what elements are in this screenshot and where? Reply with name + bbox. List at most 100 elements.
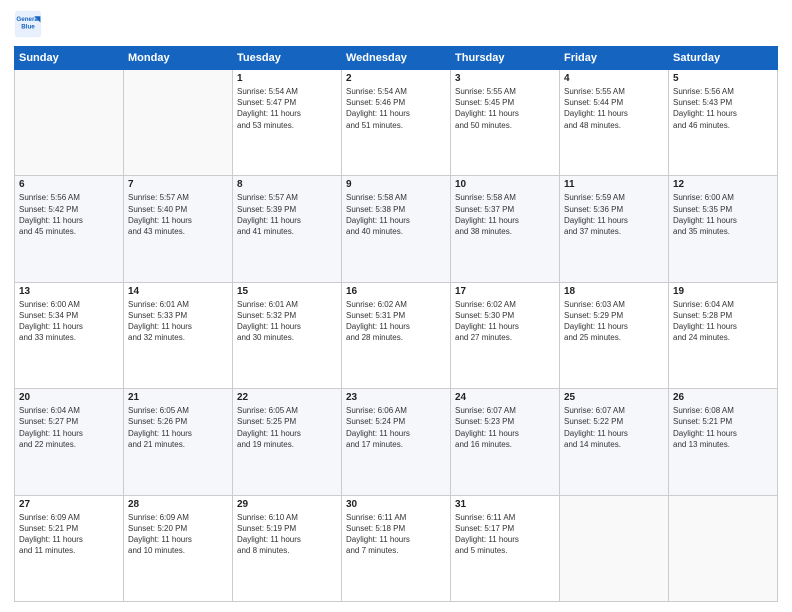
day-info: Sunrise: 6:05 AMSunset: 5:25 PMDaylight:… xyxy=(237,405,337,450)
calendar-cell: 13 Sunrise: 6:00 AMSunset: 5:34 PMDayligh… xyxy=(15,282,124,388)
calendar-cell: 15Sunrise: 6:01 AMSunset: 5:32 PMDayligh… xyxy=(233,282,342,388)
calendar-cell: 12 Sunrise: 6:00 AMSunset: 5:35 PMDayligh… xyxy=(669,176,778,282)
day-number: 9 xyxy=(346,179,446,190)
calendar-cell: 25Sunrise: 6:07 AMSunset: 5:22 PMDayligh… xyxy=(560,389,669,495)
day-number: 13 xyxy=(19,286,119,297)
day-info: Sunrise: 5:58 AMSunset: 5:38 PMDaylight:… xyxy=(346,192,446,237)
day-number: 7 xyxy=(128,179,228,190)
day-info: Sunrise: 6:05 AMSunset: 5:26 PMDaylight:… xyxy=(128,405,228,450)
calendar-cell: 11 Sunrise: 5:59 AMSunset: 5:36 PMDayligh… xyxy=(560,176,669,282)
day-info: Sunrise: 6:00 AMSunset: 5:34 PMDaylight:… xyxy=(19,299,119,344)
weekday-header: Saturday xyxy=(669,47,778,70)
calendar-cell: 3 Sunrise: 5:55 AMSunset: 5:45 PMDaylight… xyxy=(451,70,560,176)
day-info: Sunrise: 6:03 AMSunset: 5:29 PMDaylight:… xyxy=(564,299,664,344)
day-info: Sunrise: 5:57 AMSunset: 5:40 PMDaylight:… xyxy=(128,192,228,237)
calendar-week-row: 20Sunrise: 6:04 AMSunset: 5:27 PMDayligh… xyxy=(15,389,778,495)
day-number: 2 xyxy=(346,73,446,84)
day-info: Sunrise: 5:55 AMSunset: 5:44 PMDaylight:… xyxy=(564,86,664,131)
calendar-table: SundayMondayTuesdayWednesdayThursdayFrid… xyxy=(14,46,778,602)
day-info: Sunrise: 5:56 AMSunset: 5:42 PMDaylight:… xyxy=(19,192,119,237)
calendar-header-row: SundayMondayTuesdayWednesdayThursdayFrid… xyxy=(15,47,778,70)
day-number: 23 xyxy=(346,392,446,403)
day-info: Sunrise: 5:54 AMSunset: 5:47 PMDaylight:… xyxy=(237,86,337,131)
calendar-cell: 28 Sunrise: 6:09 AMSunset: 5:20 PMDayligh… xyxy=(124,495,233,601)
calendar-cell: 26 Sunrise: 6:08 AMSunset: 5:21 PMDayligh… xyxy=(669,389,778,495)
day-number: 27 xyxy=(19,499,119,510)
day-info: Sunrise: 6:01 AMSunset: 5:33 PMDaylight:… xyxy=(128,299,228,344)
day-number: 3 xyxy=(455,73,555,84)
day-number: 12 xyxy=(673,179,773,190)
calendar-cell: 21 Sunrise: 6:05 AMSunset: 5:26 PMDayligh… xyxy=(124,389,233,495)
calendar-cell: 14 Sunrise: 6:01 AMSunset: 5:33 PMDayligh… xyxy=(124,282,233,388)
day-info: Sunrise: 6:09 AMSunset: 5:20 PMDaylight:… xyxy=(128,512,228,557)
day-number: 22 xyxy=(237,392,337,403)
calendar-cell: 27 Sunrise: 6:09 AMSunset: 5:21 PMDayligh… xyxy=(15,495,124,601)
day-number: 5 xyxy=(673,73,773,84)
calendar-cell: 20Sunrise: 6:04 AMSunset: 5:27 PMDayligh… xyxy=(15,389,124,495)
day-number: 24 xyxy=(455,392,555,403)
calendar-week-row: 13 Sunrise: 6:00 AMSunset: 5:34 PMDayligh… xyxy=(15,282,778,388)
weekday-header: Thursday xyxy=(451,47,560,70)
header: General Blue xyxy=(14,10,778,38)
day-number: 11 xyxy=(564,179,664,190)
calendar-cell xyxy=(124,70,233,176)
day-number: 4 xyxy=(564,73,664,84)
day-info: Sunrise: 6:02 AMSunset: 5:31 PMDaylight:… xyxy=(346,299,446,344)
day-info: Sunrise: 5:55 AMSunset: 5:45 PMDaylight:… xyxy=(455,86,555,131)
day-number: 10 xyxy=(455,179,555,190)
calendar-cell: 31 Sunrise: 6:11 AMSunset: 5:17 PMDayligh… xyxy=(451,495,560,601)
calendar-cell: 30Sunrise: 6:11 AMSunset: 5:18 PMDayligh… xyxy=(342,495,451,601)
calendar-cell xyxy=(560,495,669,601)
day-info: Sunrise: 6:11 AMSunset: 5:18 PMDaylight:… xyxy=(346,512,446,557)
calendar-cell: 4 Sunrise: 5:55 AMSunset: 5:44 PMDaylight… xyxy=(560,70,669,176)
calendar-cell: 9 Sunrise: 5:58 AMSunset: 5:38 PMDaylight… xyxy=(342,176,451,282)
calendar-cell: 2 Sunrise: 5:54 AMSunset: 5:46 PMDaylight… xyxy=(342,70,451,176)
day-number: 8 xyxy=(237,179,337,190)
calendar-cell: 29Sunrise: 6:10 AMSunset: 5:19 PMDayligh… xyxy=(233,495,342,601)
day-number: 16 xyxy=(346,286,446,297)
day-number: 15 xyxy=(237,286,337,297)
day-info: Sunrise: 6:08 AMSunset: 5:21 PMDaylight:… xyxy=(673,405,773,450)
svg-text:Blue: Blue xyxy=(21,24,35,31)
day-number: 14 xyxy=(128,286,228,297)
calendar-cell: 5Sunrise: 5:56 AMSunset: 5:43 PMDaylight… xyxy=(669,70,778,176)
day-info: Sunrise: 5:59 AMSunset: 5:36 PMDaylight:… xyxy=(564,192,664,237)
calendar-cell: 17Sunrise: 6:02 AMSunset: 5:30 PMDayligh… xyxy=(451,282,560,388)
weekday-header: Tuesday xyxy=(233,47,342,70)
day-number: 26 xyxy=(673,392,773,403)
calendar-cell: 22 Sunrise: 6:05 AMSunset: 5:25 PMDayligh… xyxy=(233,389,342,495)
day-number: 6 xyxy=(19,179,119,190)
day-number: 17 xyxy=(455,286,555,297)
day-number: 21 xyxy=(128,392,228,403)
day-number: 18 xyxy=(564,286,664,297)
weekday-header: Monday xyxy=(124,47,233,70)
calendar-cell: 8Sunrise: 5:57 AMSunset: 5:39 PMDaylight… xyxy=(233,176,342,282)
calendar-cell: 23 Sunrise: 6:06 AMSunset: 5:24 PMDayligh… xyxy=(342,389,451,495)
calendar-cell xyxy=(15,70,124,176)
calendar-week-row: 1 Sunrise: 5:54 AMSunset: 5:47 PMDaylight… xyxy=(15,70,778,176)
day-info: Sunrise: 6:11 AMSunset: 5:17 PMDaylight:… xyxy=(455,512,555,557)
calendar-cell: 1 Sunrise: 5:54 AMSunset: 5:47 PMDaylight… xyxy=(233,70,342,176)
day-info: Sunrise: 6:06 AMSunset: 5:24 PMDaylight:… xyxy=(346,405,446,450)
calendar-week-row: 27 Sunrise: 6:09 AMSunset: 5:21 PMDayligh… xyxy=(15,495,778,601)
logo: General Blue xyxy=(14,10,46,38)
weekday-header: Friday xyxy=(560,47,669,70)
calendar-cell: 24 Sunrise: 6:07 AMSunset: 5:23 PMDayligh… xyxy=(451,389,560,495)
day-info: Sunrise: 6:00 AMSunset: 5:35 PMDaylight:… xyxy=(673,192,773,237)
calendar-cell: 18 Sunrise: 6:03 AMSunset: 5:29 PMDayligh… xyxy=(560,282,669,388)
day-number: 1 xyxy=(237,73,337,84)
day-info: Sunrise: 6:07 AMSunset: 5:22 PMDaylight:… xyxy=(564,405,664,450)
calendar-cell: 10 Sunrise: 5:58 AMSunset: 5:37 PMDayligh… xyxy=(451,176,560,282)
day-info: Sunrise: 5:54 AMSunset: 5:46 PMDaylight:… xyxy=(346,86,446,131)
day-info: Sunrise: 6:07 AMSunset: 5:23 PMDaylight:… xyxy=(455,405,555,450)
day-number: 28 xyxy=(128,499,228,510)
day-info: Sunrise: 6:04 AMSunset: 5:27 PMDaylight:… xyxy=(19,405,119,450)
day-number: 31 xyxy=(455,499,555,510)
calendar-cell xyxy=(669,495,778,601)
weekday-header: Sunday xyxy=(15,47,124,70)
calendar-cell: 6 Sunrise: 5:56 AMSunset: 5:42 PMDaylight… xyxy=(15,176,124,282)
calendar-week-row: 6 Sunrise: 5:56 AMSunset: 5:42 PMDaylight… xyxy=(15,176,778,282)
day-info: Sunrise: 5:58 AMSunset: 5:37 PMDaylight:… xyxy=(455,192,555,237)
logo-icon: General Blue xyxy=(14,10,42,38)
day-info: Sunrise: 6:09 AMSunset: 5:21 PMDaylight:… xyxy=(19,512,119,557)
